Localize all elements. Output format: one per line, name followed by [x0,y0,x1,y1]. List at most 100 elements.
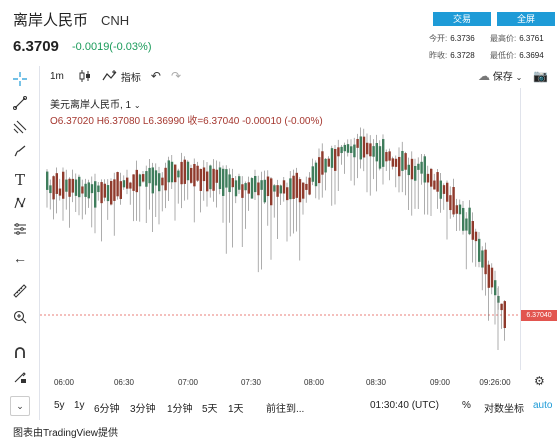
prev-close-label: 昨收: [429,51,448,60]
range-1d[interactable]: 1天 [228,400,244,415]
candle-body [215,169,218,183]
candle-body [234,180,238,197]
candle-body [382,139,385,167]
candle-style-icon[interactable] [78,69,92,83]
save-label: 保存 [492,72,513,83]
range-5y[interactable]: 5y [54,400,65,411]
candlestick-plot[interactable] [40,88,520,370]
gear-icon[interactable]: ⚙ [534,374,545,388]
candle-body [145,171,148,187]
candle-body [250,178,254,199]
candle-body [113,179,116,201]
log-scale-toggle[interactable]: 对数坐标 [484,400,524,415]
candle-body [452,187,455,215]
brush-icon[interactable] [10,144,30,164]
range-5d[interactable]: 5天 [202,400,218,415]
candle-body [324,158,327,173]
candle-body [266,176,270,197]
candle-body [330,148,334,168]
range-3min[interactable]: 3分钟 [130,400,156,415]
candle-body [183,159,186,184]
candle-body [500,303,503,311]
indicators-button[interactable]: 指标 [102,69,141,84]
candle-body [244,183,247,191]
prev-close-value: 6.3728 [450,51,475,60]
fib-tool-icon[interactable] [10,120,30,140]
pattern-tool-icon[interactable] [10,196,30,216]
percent-toggle[interactable]: % [462,400,471,411]
candle-body [263,179,266,203]
chevron-down-icon[interactable]: ⌄ [10,396,30,416]
candle-body [321,151,324,175]
back-arrow-icon[interactable]: ← [10,248,30,268]
magnet-icon[interactable] [10,346,30,366]
candle-body [116,172,119,197]
candle-body [78,176,81,198]
candle-body [225,169,228,188]
goto-button[interactable]: 前往到... [266,400,304,415]
undo-icon[interactable]: ↶ [151,69,161,83]
price-chart[interactable] [40,88,520,370]
candle-body [270,178,273,206]
candle-body [94,181,97,208]
crosshair-icon[interactable] [10,72,30,92]
last-price: 6.3709 [13,38,59,55]
ruler-icon[interactable] [10,284,30,304]
candle-body [87,182,90,199]
candle-body [426,173,430,183]
candle-body [430,168,433,187]
zoom-in-icon[interactable] [10,310,30,330]
candle-body [55,173,58,194]
candle-body [388,151,391,161]
candle-body [180,161,183,185]
candle-body [209,165,212,190]
candle-body [401,150,404,171]
candle-body [126,177,129,189]
text-tool-icon[interactable]: T [10,170,30,190]
range-6min[interactable]: 6分钟 [94,400,120,415]
candle-body [391,158,394,167]
range-1min[interactable]: 1分钟 [167,400,193,415]
prediction-tool-icon[interactable] [10,222,30,242]
candle-body [206,171,209,192]
open-value: 6.3736 [450,34,475,43]
candle-body [302,182,305,199]
candle-body [404,153,407,170]
candle-body [446,182,449,202]
auto-scale-toggle[interactable]: auto [533,400,552,411]
save-button[interactable]: ☁ 保存 ⌄ 📷 [478,68,548,83]
instrument-code: CNH [101,13,130,28]
current-price-tag: 6.37040 [521,310,557,321]
lock-drawing-icon[interactable] [10,370,30,390]
legend-chevron-icon[interactable]: ⌄ [134,101,141,110]
candle-body [90,184,94,194]
snapshot-icon[interactable]: 📷 [533,69,548,83]
range-1y[interactable]: 1y [74,400,85,411]
trade-button[interactable]: 交易 [433,12,491,26]
time-axis[interactable]: 06:00 06:30 07:00 07:30 08:00 08:30 09:0… [40,372,520,392]
candle-body [97,185,100,193]
candle-body [138,174,142,187]
time-label: 08:00 [303,378,325,387]
price-axis[interactable] [520,88,559,370]
trend-line-icon[interactable] [10,96,30,116]
high-value: 6.3761 [519,34,544,43]
interval-selector[interactable]: 1m [50,71,64,82]
candle-body [218,167,222,190]
fullscreen-button[interactable]: 全屏 [497,12,555,26]
candle-body [260,180,263,190]
candle-body [318,157,321,184]
candle-body [164,167,167,191]
candle-body [276,185,279,197]
quote-header: 离岸人民币 CNH 6.3709 -0.0019(-0.03%) 交易 全屏 今… [0,0,559,66]
candle-body [417,163,420,170]
redo-icon[interactable]: ↷ [171,69,181,83]
candle-body [292,175,295,199]
candle-body [343,144,346,152]
candle-body [356,138,359,148]
candle-body [458,204,462,215]
candle-body [314,162,318,187]
candle-body [340,146,343,154]
candle-body [158,173,161,192]
candle-body [478,238,481,262]
